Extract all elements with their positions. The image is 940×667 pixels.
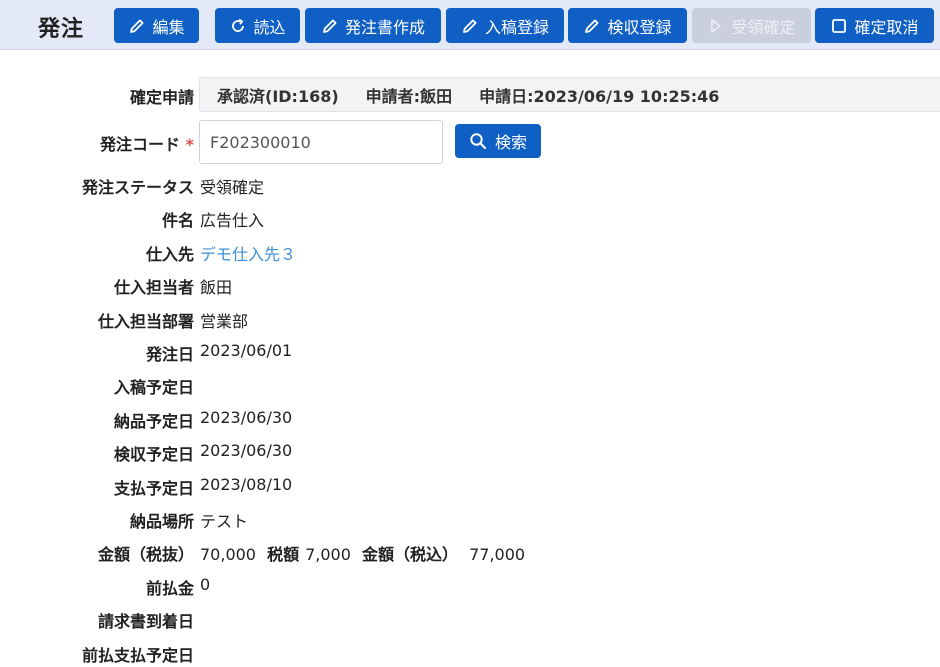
refresh-icon <box>229 17 247 35</box>
tax-label: 税額 <box>267 545 300 564</box>
status-value: 受領確定 <box>200 178 265 197</box>
required-mark: * <box>185 135 194 154</box>
order-code-input[interactable] <box>199 120 443 164</box>
cancel-confirm-button[interactable]: 確定取消 <box>815 8 934 43</box>
department-label: 仕入担当部署 <box>97 312 194 331</box>
submission-date-label: 入稿予定日 <box>113 378 194 397</box>
order-date-label: 発注日 <box>145 345 194 364</box>
search-button[interactable]: 検索 <box>455 124 541 158</box>
order-code-label: 発注コード * <box>100 135 194 154</box>
supplier-link[interactable]: デモ仕入先３ <box>200 241 296 265</box>
amount-value: 70,000 <box>200 545 256 564</box>
pencil-icon <box>128 17 146 35</box>
search-icon <box>469 132 487 150</box>
delivery-place-value: テスト <box>200 512 249 531</box>
advance-label: 前払金 <box>145 579 194 598</box>
submission-register-label: 入稿登録 <box>484 17 549 37</box>
department-value: 営業部 <box>200 312 249 331</box>
delivery-date-label: 納品予定日 <box>113 412 194 431</box>
approval-status: 承認済(ID:168) <box>217 86 339 106</box>
create-order-form-button[interactable]: 発注書作成 <box>305 8 441 43</box>
approval-applicant: 申請者:飯田 <box>365 86 453 106</box>
delivery-place-label: 納品場所 <box>129 512 194 531</box>
amount-label: 金額（税抜） <box>97 545 194 564</box>
receipt-confirm-label: 受領確定 <box>731 17 796 37</box>
subject-label: 件名 <box>161 211 194 230</box>
page-title: 発注 <box>38 17 85 42</box>
subject-value: 広告仕入 <box>200 211 265 230</box>
invoice-arrival-label: 請求書到着日 <box>97 612 194 631</box>
pencil-icon <box>461 17 479 35</box>
submission-register-button[interactable]: 入稿登録 <box>446 8 564 43</box>
payment-date-label: 支払予定日 <box>113 479 194 498</box>
person-value: 飯田 <box>200 278 233 297</box>
advance-payment-date-label: 前払支払予定日 <box>81 646 194 665</box>
order-date-value: 2023/06/01 <box>200 341 293 360</box>
search-button-label: 検索 <box>494 133 527 152</box>
play-icon <box>707 17 725 35</box>
cancel-confirm-label: 確定取消 <box>854 17 919 37</box>
supplier-label: 仕入先 <box>145 245 194 264</box>
reload-button[interactable]: 読込 <box>215 8 300 43</box>
receipt-confirm-button[interactable]: 受領確定 <box>692 8 811 43</box>
total-label: 金額（税込） <box>362 545 459 564</box>
pencil-icon <box>321 17 339 35</box>
toolbar: 発注 編集 読込 発注書作成 入稿登録 検収登録 受領確定 確定取消 <box>0 0 940 50</box>
inspection-date-value: 2023/06/30 <box>200 441 293 460</box>
edit-button-label: 編集 <box>152 17 185 37</box>
status-label: 発注ステータス <box>81 178 194 197</box>
delivery-date-value: 2023/06/30 <box>200 408 293 427</box>
amount-row: 70,000 税額 7,000 金額（税込） 77,000 <box>200 541 531 565</box>
approval-status-box: 承認済(ID:168) 申請者:飯田 申請日:2023/06/19 10:25:… <box>199 77 940 112</box>
reload-button-label: 読込 <box>253 17 286 37</box>
create-order-form-label: 発注書作成 <box>344 17 425 37</box>
person-label: 仕入担当者 <box>113 278 194 297</box>
inspection-register-button[interactable]: 検収登録 <box>568 8 687 43</box>
pencil-icon <box>583 17 601 35</box>
approval-label: 確定申請 <box>129 88 194 107</box>
approval-date: 申請日:2023/06/19 10:25:46 <box>479 86 720 106</box>
advance-value: 0 <box>200 575 211 594</box>
edit-button[interactable]: 編集 <box>114 8 199 43</box>
square-icon <box>830 17 848 35</box>
inspection-register-label: 検収登録 <box>607 17 672 37</box>
total-value: 77,000 <box>469 545 526 564</box>
inspection-date-label: 検収予定日 <box>113 445 194 464</box>
tax-value: 7,000 <box>305 545 351 564</box>
payment-date-value: 2023/08/10 <box>200 475 293 494</box>
